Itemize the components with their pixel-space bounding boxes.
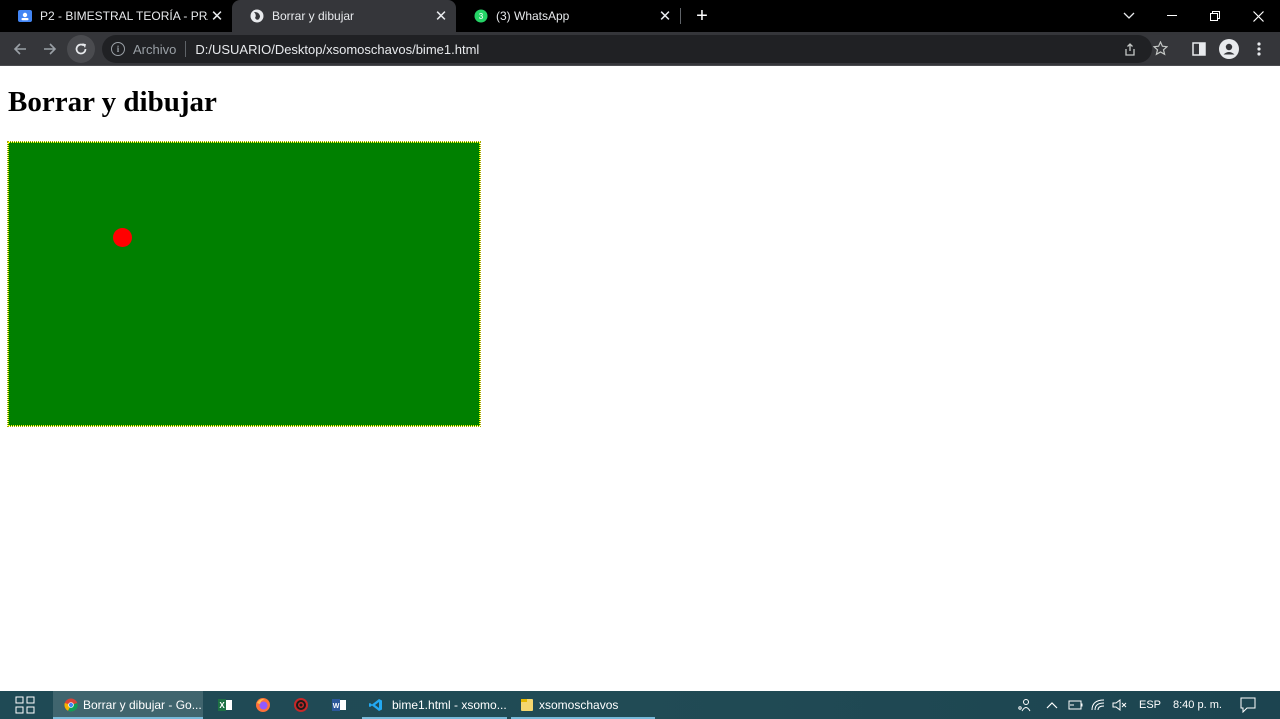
tab-label: Borrar y dibujar	[272, 9, 355, 23]
page-title: Borrar y dibujar	[8, 86, 217, 118]
tab-label: (3) WhatsApp	[496, 9, 570, 23]
url-text[interactable]: D:/USUARIO/Desktop/xsomoschavos/bime1.ht…	[195, 42, 479, 57]
new-tab-button[interactable]: +	[690, 4, 714, 28]
taskbar-item-firefox[interactable]	[250, 691, 276, 719]
chevron-up-icon[interactable]	[1046, 691, 1058, 719]
taskbar-item-label: bime1.html - xsomo...	[392, 698, 507, 712]
svg-text:X: X	[219, 701, 225, 710]
info-icon[interactable]: i	[111, 42, 125, 56]
people-icon[interactable]	[1016, 691, 1032, 719]
tab-strip: P2 - BIMESTRAL TEORÍA - PRÁCTICA ✕ Borra…	[0, 0, 1280, 32]
windows-taskbar: Borrar y dibujar - Go... X W bime1.html …	[0, 691, 1280, 719]
folder-icon	[519, 697, 535, 713]
vscode-icon	[368, 697, 384, 713]
browser-toolbar: i Archivo D:/USUARIO/Desktop/xsomoschavo…	[0, 32, 1280, 66]
reload-icon[interactable]	[67, 35, 95, 63]
minimize-icon[interactable]	[1152, 0, 1192, 32]
taskbar-item-app-red[interactable]	[288, 691, 314, 719]
taskbar-item-label: xsomoschavos	[539, 698, 619, 712]
notifications-icon[interactable]	[1240, 691, 1256, 719]
word-icon: W	[331, 697, 347, 713]
taskbar-item-vscode[interactable]: bime1.html - xsomo...	[362, 691, 507, 719]
close-window-icon[interactable]	[1238, 0, 1278, 32]
side-panel-icon[interactable]	[1185, 35, 1213, 63]
wifi-icon[interactable]	[1091, 691, 1105, 719]
taskbar-item-folder[interactable]: xsomoschavos	[511, 691, 655, 719]
globe-icon	[250, 9, 264, 23]
clock[interactable]: 8:40 p. m.	[1173, 691, 1222, 719]
drawing-canvas[interactable]	[7, 141, 481, 427]
close-icon[interactable]: ✕	[656, 7, 674, 25]
svg-text:W: W	[333, 703, 340, 710]
tab-separator	[680, 8, 681, 24]
firefox-icon	[255, 697, 271, 713]
excel-icon: X	[217, 697, 233, 713]
classroom-icon	[18, 9, 32, 23]
menu-dots-icon[interactable]	[1245, 35, 1273, 63]
tab-whatsapp[interactable]: 3 (3) WhatsApp ✕	[456, 0, 680, 32]
tab-borrar-y-dibujar[interactable]: Borrar y dibujar ✕	[232, 0, 456, 32]
tab-label: P2 - BIMESTRAL TEORÍA - PRÁCTICA	[40, 9, 208, 23]
app-red-icon	[293, 697, 309, 713]
volume-muted-icon[interactable]	[1112, 691, 1128, 719]
scheme-label: Archivo	[133, 41, 177, 57]
address-separator	[185, 41, 187, 57]
whatsapp-icon: 3	[474, 9, 488, 23]
back-arrow-icon[interactable]	[6, 35, 34, 63]
red-ball	[113, 228, 132, 247]
tab-p2-bimestral[interactable]: P2 - BIMESTRAL TEORÍA - PRÁCTICA ✕	[0, 0, 232, 32]
close-icon[interactable]: ✕	[208, 7, 226, 25]
restore-icon[interactable]	[1195, 0, 1235, 32]
share-icon[interactable]	[1123, 43, 1137, 60]
taskbar-item-excel[interactable]: X	[212, 691, 238, 719]
chrome-icon	[63, 697, 79, 713]
address-bar[interactable]: i Archivo D:/USUARIO/Desktop/xsomoschavo…	[102, 35, 1169, 63]
task-view-icon[interactable]	[0, 691, 50, 719]
taskbar-item-chrome[interactable]: Borrar y dibujar - Go...	[53, 691, 203, 719]
close-icon[interactable]: ✕	[432, 7, 450, 25]
profile-avatar-icon[interactable]	[1215, 35, 1243, 63]
tab-search-icon[interactable]	[1109, 0, 1149, 32]
language-indicator[interactable]: ESP	[1139, 691, 1161, 719]
forward-arrow-icon[interactable]	[36, 35, 64, 63]
taskbar-item-label: Borrar y dibujar - Go...	[83, 698, 202, 712]
bookmark-star-icon[interactable]	[1152, 40, 1169, 59]
taskbar-item-word[interactable]: W	[326, 691, 352, 719]
battery-icon[interactable]	[1067, 691, 1083, 719]
whatsapp-badge: 3	[479, 12, 484, 21]
